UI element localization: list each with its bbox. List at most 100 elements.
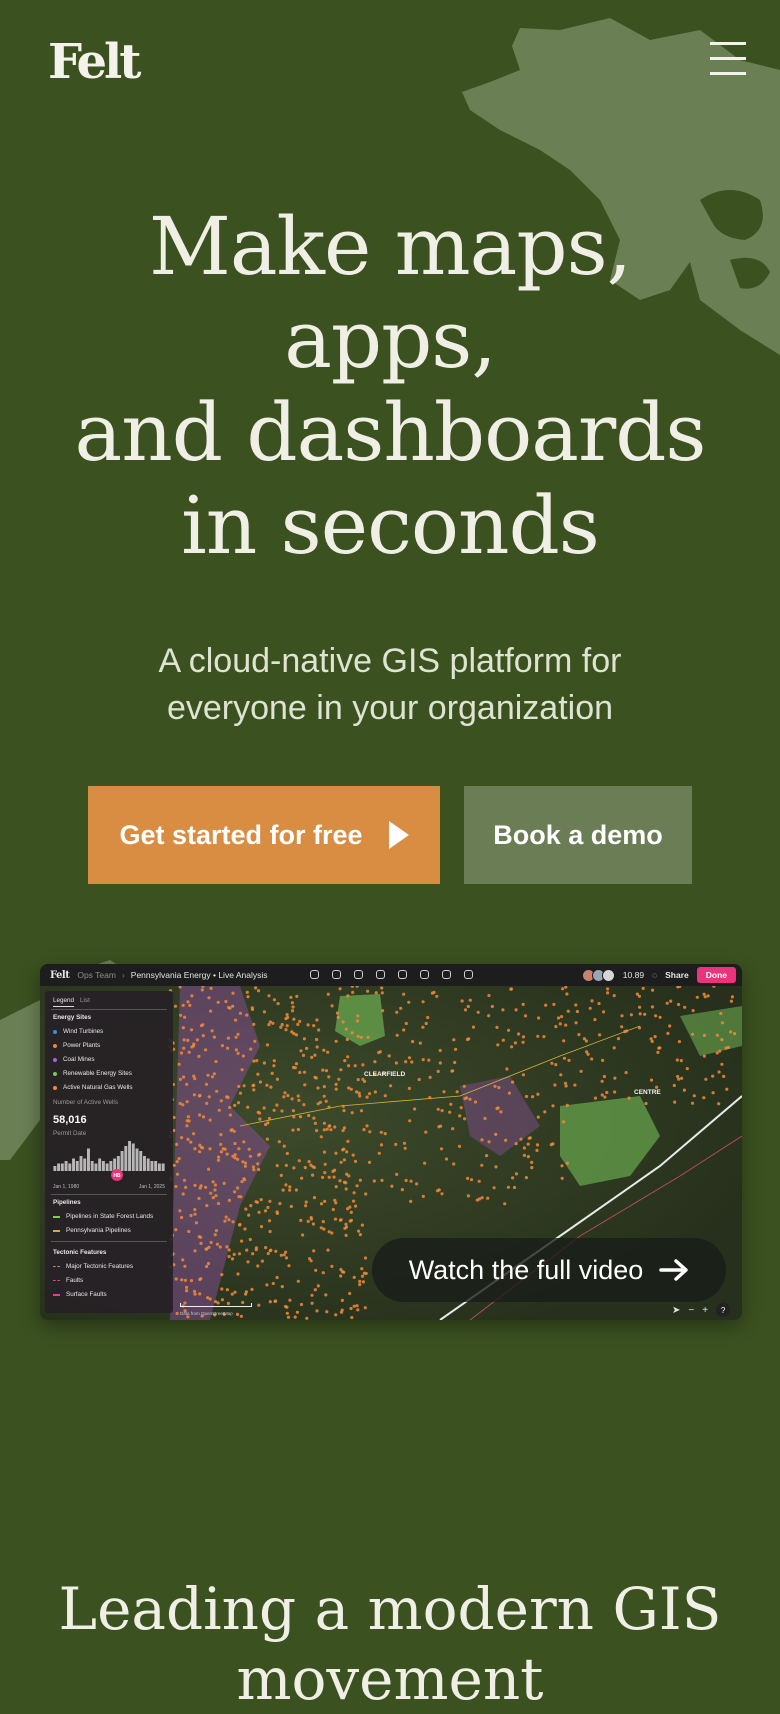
histogram-bar <box>60 1163 64 1171</box>
histogram-bar <box>116 1156 120 1171</box>
histogram-bar <box>109 1161 113 1171</box>
section-title-line: Leading a modern GIS <box>58 1575 722 1643</box>
divider <box>51 1194 167 1195</box>
histogram-bar <box>68 1163 72 1171</box>
help-button[interactable]: ? <box>716 1303 731 1317</box>
histogram-bar <box>72 1158 75 1171</box>
map-scale <box>180 1303 252 1307</box>
divider <box>51 1241 167 1242</box>
divider <box>51 1009 167 1010</box>
book-demo-label: Book a demo <box>493 819 663 850</box>
legend-item: Major Tectonic Features <box>53 1263 133 1270</box>
date-start: Jan 1, 1980 <box>53 1184 80 1190</box>
histogram-bar <box>79 1156 83 1171</box>
histogram-bar <box>113 1158 117 1171</box>
histogram-bar <box>135 1148 139 1171</box>
histogram-bar <box>128 1141 131 1171</box>
legend-item: Power Plants <box>53 1042 100 1049</box>
scissors-tool-icon <box>332 970 341 979</box>
arrow-right-icon <box>659 1259 689 1281</box>
map-controls: ➤ − + ? <box>672 1303 731 1317</box>
histogram-bar <box>64 1161 68 1171</box>
histogram-bar <box>157 1163 161 1171</box>
upload-tool-icon <box>376 970 385 979</box>
book-demo-button[interactable]: Book a demo <box>464 786 692 884</box>
histogram-marker-label: HB <box>113 1173 121 1179</box>
locate-icon[interactable]: ➤ <box>672 1305 680 1316</box>
grid-tool-icon <box>420 970 429 979</box>
legend-swatch <box>53 1029 57 1034</box>
search-tool-icon <box>442 970 451 979</box>
felt-logo[interactable]: Felt <box>48 34 141 90</box>
histogram-bar <box>161 1163 165 1171</box>
histogram-bar <box>139 1151 143 1171</box>
legend-swatch <box>53 1085 57 1090</box>
legend-swatch <box>53 1280 60 1281</box>
layers-tool-icon <box>398 970 407 979</box>
globe-tool-icon <box>464 970 473 979</box>
histogram-bar <box>120 1151 124 1171</box>
legend-item: Pennsylvania Pipelines <box>53 1227 131 1234</box>
place-label-clearfield: CLEARFIELD <box>364 1071 406 1078</box>
legend-panel[interactable]: Legend List Energy Sites Wind Turbines P… <box>45 991 173 1313</box>
avatar <box>601 968 615 982</box>
histogram-bar <box>154 1161 158 1171</box>
hero-title: Make maps, apps, and dashboards in secon… <box>40 200 740 572</box>
legend-item: Renewable Energy Sites <box>53 1070 132 1077</box>
histogram-bar <box>101 1161 105 1171</box>
site-header: Felt <box>0 0 780 130</box>
app-topbar: Felt Ops Team › Pennsylvania Energy • Li… <box>40 964 742 986</box>
team-name: Ops Team <box>77 970 116 980</box>
watch-video-button[interactable]: Watch the full video <box>372 1238 726 1302</box>
legend-swatch <box>53 1071 57 1076</box>
histogram-bar <box>94 1163 98 1171</box>
date-end: Jan 1, 2025 <box>138 1184 165 1190</box>
hero-title-line: in seconds <box>181 479 600 572</box>
permit-date-histogram[interactable]: HB <box>53 1141 165 1181</box>
histogram-bar <box>75 1161 79 1171</box>
watch-video-label: Watch the full video <box>408 1254 644 1285</box>
map-title: Pennsylvania Energy • Live Analysis <box>130 970 268 980</box>
zoom-level: 10.89 <box>622 970 645 980</box>
date-range: Jan 1, 1980 Jan 1, 2025 <box>53 1184 165 1190</box>
legend-swatch <box>53 1266 60 1267</box>
legend-item: Faults <box>53 1277 83 1284</box>
map-attribution: Data from OpenStreetMap <box>180 1311 233 1316</box>
legend-swatch <box>53 1229 60 1232</box>
legend-swatch <box>53 1293 60 1296</box>
comment-icon: ◌ <box>652 970 658 980</box>
toolbar <box>310 970 473 979</box>
legend-item: Surface Faults <box>53 1291 107 1298</box>
hamburger-menu-icon[interactable] <box>710 42 746 82</box>
legend-swatch <box>53 1057 57 1062</box>
place-label-centre: CENTRE <box>634 1089 661 1096</box>
share-label: Share <box>665 970 689 980</box>
section-title-line: movement <box>236 1645 544 1713</box>
hero-title-line: Make maps, <box>148 200 632 293</box>
get-started-label: Get started for free <box>119 819 363 850</box>
play-arrow-icon <box>388 821 409 849</box>
topbar-right: 10.89 ◌ Share Done <box>581 967 736 983</box>
app-logo: Felt <box>50 969 70 981</box>
legend-item: Pipelines in State Forest Lands <box>53 1213 153 1220</box>
zoom-in-button[interactable]: + <box>702 1305 708 1316</box>
breadcrumb-separator: › <box>121 970 125 980</box>
legend-item: Coal Mines <box>53 1056 95 1063</box>
tab-list: List <box>80 997 90 1004</box>
zoom-out-button[interactable]: − <box>688 1305 694 1316</box>
legend-item: Active Natural Gas Wells <box>53 1084 133 1091</box>
histogram-bar <box>87 1148 90 1171</box>
histogram-bar <box>146 1158 150 1171</box>
hero-title-line: apps, <box>284 293 497 386</box>
histogram-bar <box>53 1166 57 1171</box>
hero-title-line: and dashboards <box>74 386 707 479</box>
histogram-bar <box>105 1163 109 1171</box>
metric-label: Number of Active Wells <box>53 1099 118 1106</box>
hero-subtitle-line: everyone in your organization <box>166 689 614 727</box>
histogram-bar <box>57 1163 61 1171</box>
histogram-bar <box>98 1158 102 1171</box>
pipelines-heading: Pipelines <box>53 1199 81 1206</box>
get-started-button[interactable]: Get started for free <box>88 786 440 884</box>
tectonic-heading: Tectonic Features <box>53 1249 107 1256</box>
metric-value: 58,016 <box>53 1114 87 1126</box>
